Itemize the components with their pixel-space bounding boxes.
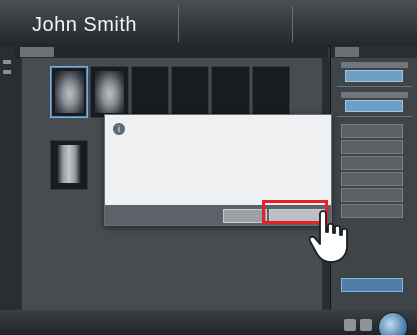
right-panel-tabs — [331, 46, 417, 58]
right-tab-2[interactable] — [361, 47, 385, 57]
left-toolbar-handle[interactable] — [3, 60, 11, 64]
panel-value-field[interactable] — [345, 70, 403, 82]
right-tab-3[interactable] — [387, 47, 411, 57]
panel-value-field[interactable] — [345, 100, 403, 112]
tab-2[interactable] — [58, 47, 92, 57]
tab-1[interactable] — [20, 47, 54, 57]
monitor-icon[interactable] — [344, 319, 356, 331]
panel-action-button[interactable] — [341, 278, 403, 292]
pointing-hand-icon — [308, 210, 348, 263]
patient-name: John Smith — [32, 14, 138, 36]
right-tab-1[interactable] — [335, 47, 359, 57]
panel-label — [341, 62, 408, 68]
top-bar: John Smith — [0, 0, 417, 47]
left-toolbar — [0, 46, 14, 335]
header-divider — [292, 6, 293, 42]
panel-button[interactable] — [341, 188, 403, 202]
right-settings-panel — [330, 46, 417, 335]
power-orb-icon[interactable] — [378, 312, 408, 335]
panel-button[interactable] — [341, 172, 403, 186]
header-divider — [178, 6, 179, 42]
left-toolbar-handle[interactable] — [3, 70, 11, 74]
panel-button[interactable] — [341, 124, 403, 138]
app-window: John Smith i — [0, 0, 417, 335]
grid-icon[interactable] — [360, 319, 372, 331]
panel-button[interactable] — [341, 140, 403, 154]
view-tab-bar — [14, 46, 328, 58]
panel-divider — [337, 116, 412, 117]
panel-button[interactable] — [341, 156, 403, 170]
panel-label — [341, 92, 408, 98]
cancel-button[interactable] — [223, 209, 267, 223]
tab-3[interactable] — [96, 47, 130, 57]
info-icon: i — [113, 123, 125, 135]
panel-divider — [337, 86, 412, 87]
